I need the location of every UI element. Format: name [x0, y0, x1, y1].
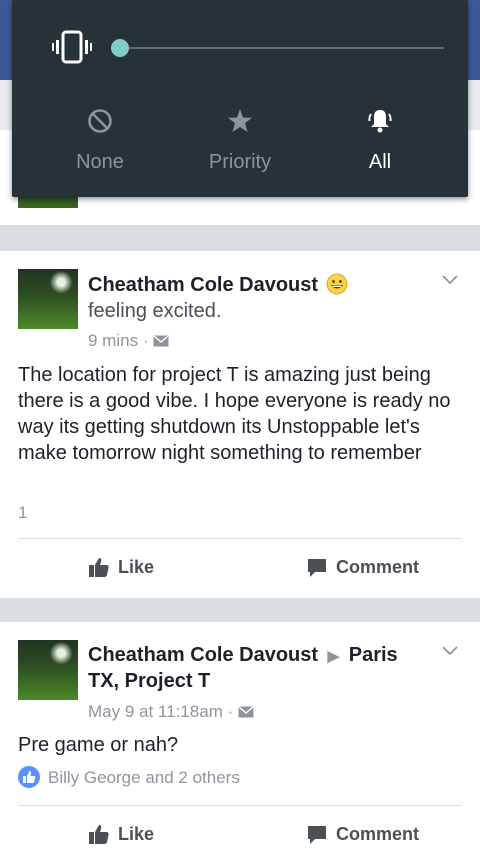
bell-icon — [368, 110, 392, 133]
volume-slider-thumb[interactable] — [111, 39, 129, 57]
likers-text: Billy George and 2 others — [48, 768, 240, 787]
meta-dot: · — [142, 331, 154, 350]
divider — [18, 538, 462, 539]
mode-all-button[interactable]: All — [310, 105, 450, 174]
like-label: Like — [118, 557, 155, 577]
author-name[interactable]: Cheatham Cole Davoust ▶ Paris — [88, 644, 398, 667]
envelope-icon — [153, 335, 169, 347]
author-name-text[interactable]: Cheatham Cole Davoust — [88, 274, 318, 296]
comment-bubble-icon — [308, 559, 326, 577]
feed-separator — [0, 225, 480, 251]
block-icon — [88, 109, 112, 133]
comment-button[interactable]: Comment — [306, 556, 419, 578]
feed-post-1: Cheatham Cole Davoust feeling excited. 9… — [0, 251, 480, 598]
like-label: Like — [118, 824, 155, 844]
volume-panel: None Priority All — [12, 0, 468, 197]
post-meta: 9 mins · — [88, 331, 169, 351]
comment-button[interactable]: Comment — [306, 823, 419, 845]
volume-slider-track[interactable] — [120, 47, 444, 49]
comment-label: Comment — [336, 824, 420, 844]
mode-priority-button[interactable]: Priority — [170, 105, 310, 174]
chevron-down-icon[interactable] — [442, 275, 458, 285]
chevron-down-icon[interactable] — [442, 646, 458, 656]
like-reaction-icon — [18, 766, 40, 788]
location-continued[interactable]: TX, Project T — [88, 670, 210, 693]
envelope-icon — [238, 706, 254, 718]
divider — [18, 805, 462, 806]
like-button[interactable]: Like — [88, 556, 154, 578]
post-meta: May 9 at 11:18am · — [88, 702, 254, 722]
grinning-face-icon — [326, 273, 348, 295]
feed-separator — [0, 598, 480, 622]
timestamp[interactable]: May 9 at 11:18am — [88, 702, 223, 721]
feed-post-2: Cheatham Cole Davoust ▶ Paris TX, Projec… — [0, 622, 480, 854]
mode-none-label: None — [76, 151, 124, 173]
timestamp[interactable]: 9 mins — [88, 331, 138, 350]
location-arrow-icon: ▶ — [327, 648, 340, 665]
vibrate-icon[interactable] — [52, 30, 92, 64]
star-icon — [228, 109, 252, 132]
mode-none-button[interactable]: None — [30, 105, 170, 174]
author-name[interactable]: Cheatham Cole Davoust — [88, 273, 348, 297]
meta-dot: · — [227, 702, 238, 721]
author-name-text[interactable]: Cheatham Cole Davoust — [88, 644, 318, 666]
thumbs-up-icon — [89, 825, 109, 844]
reaction-summary[interactable]: Billy George and 2 others — [18, 766, 240, 788]
comment-label: Comment — [336, 557, 420, 577]
post-text: The location for project T is amazing ju… — [18, 364, 451, 464]
thumbs-up-icon — [89, 558, 109, 577]
like-button[interactable]: Like — [88, 823, 154, 845]
reaction-count[interactable]: 1 — [18, 503, 27, 523]
mode-priority-label: Priority — [208, 151, 272, 173]
comment-bubble-icon — [308, 826, 326, 844]
avatar[interactable] — [18, 640, 78, 700]
location-name[interactable]: Paris — [349, 644, 398, 666]
feeling-text: feeling excited. — [88, 300, 222, 322]
avatar[interactable] — [18, 269, 78, 329]
mode-all-label: All — [368, 151, 392, 173]
post-text: Pre game or nah? — [18, 734, 179, 756]
